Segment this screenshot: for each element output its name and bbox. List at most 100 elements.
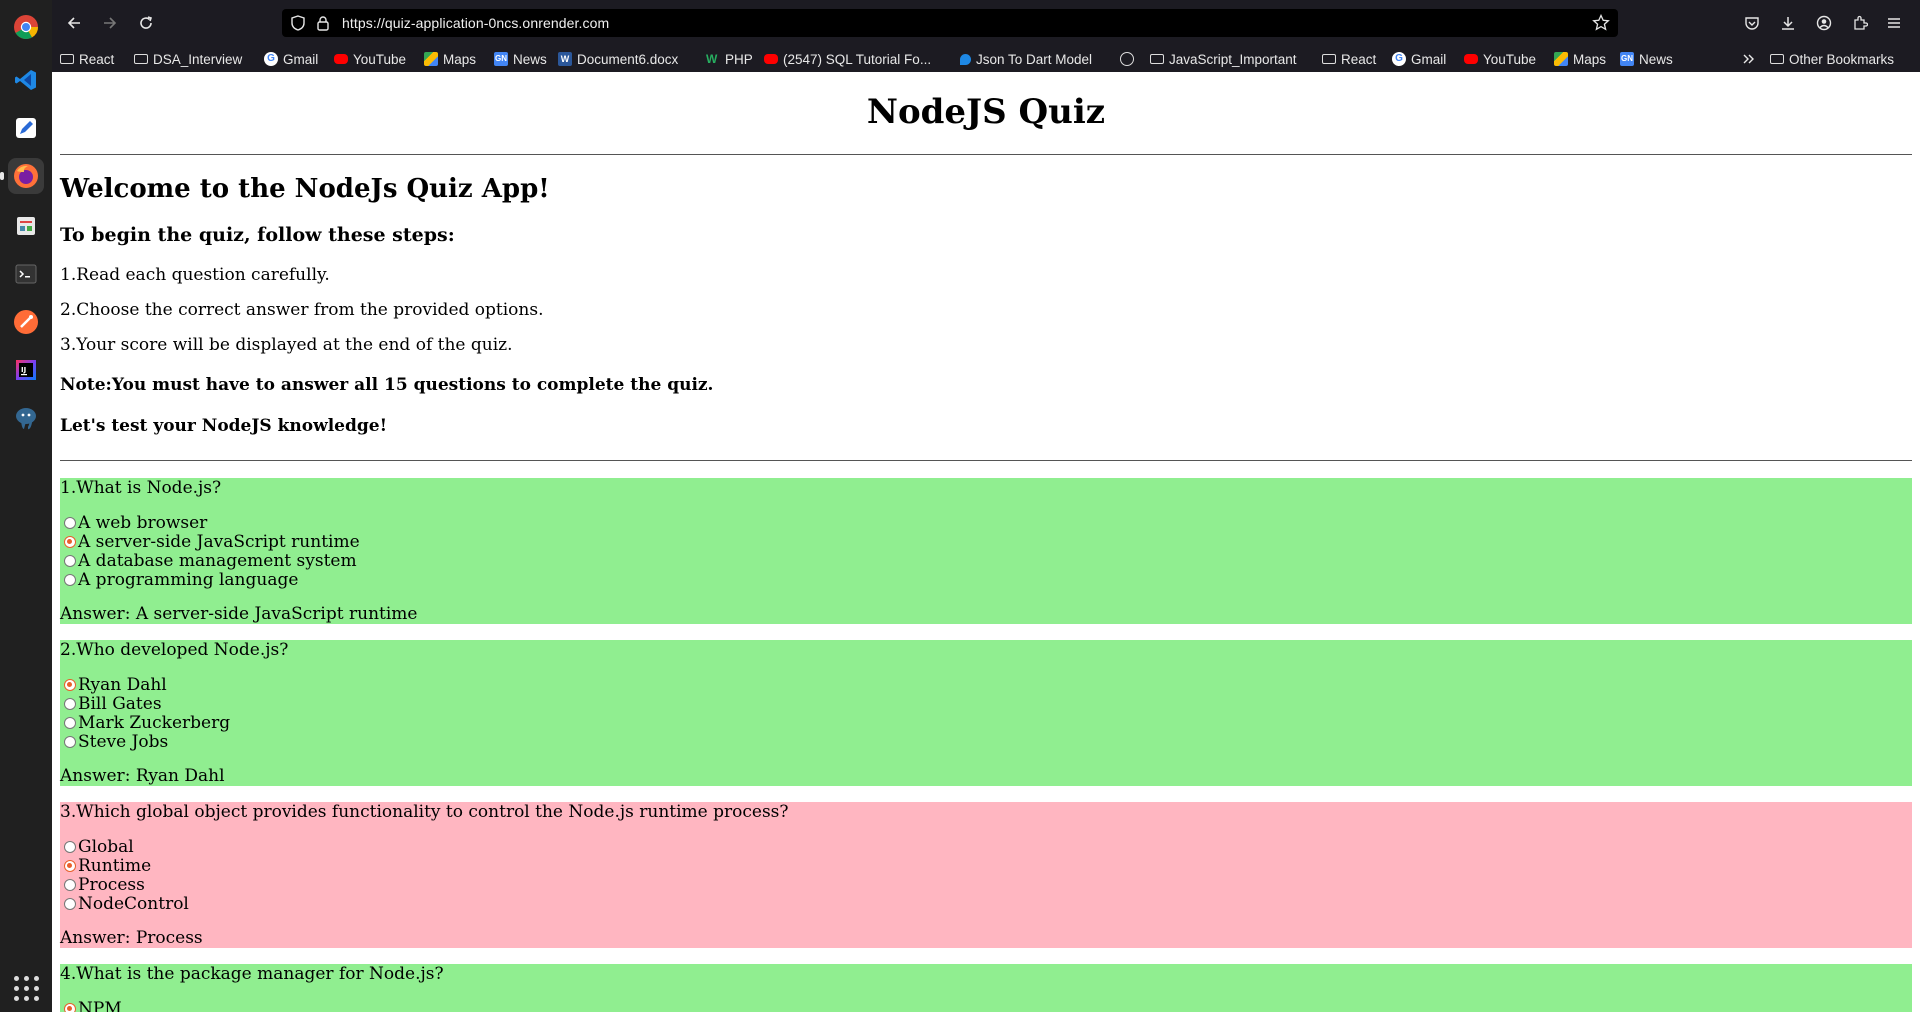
tracking-shield-icon[interactable] [290,15,306,35]
other-bookmarks-label: Other Bookmarks [1789,51,1895,67]
news-icon: GN [1620,52,1634,66]
question-1-option-1[interactable]: A web browser [64,513,207,533]
bookmark-react[interactable]: React [1322,49,1376,69]
bookmark-youtube[interactable]: YouTube [334,49,406,69]
question-2-option-2[interactable]: Bill Gates [64,694,162,714]
chrome-app-icon[interactable] [8,9,44,45]
question-3-option-2[interactable]: Runtime [64,856,151,876]
hamburger-menu-icon[interactable] [1880,9,1908,37]
bookmark-react[interactable]: React [60,49,114,69]
folder-icon [1150,54,1164,64]
divider [60,154,1912,155]
bookmark-php[interactable]: W PHP [706,49,753,69]
maps-icon [1554,52,1568,66]
terminal-app-icon[interactable] [8,256,44,292]
radio-button[interactable] [64,679,76,691]
folder-icon [60,54,74,64]
bookmark-label: React [1341,51,1377,67]
youtube-icon [764,54,778,64]
note-text: Note:You must have to answer all 15 ques… [60,375,714,395]
intellij-app-icon[interactable]: IJ [8,352,44,388]
question-text: 1.What is Node.js? [60,478,222,498]
question-2-card: 2.Who developed Node.js? Ryan Dahl Bill Ga… [60,640,1912,786]
question-1-option-3[interactable]: A database management system [64,551,357,571]
radio-button[interactable] [64,736,76,748]
bookmark-gmail[interactable]: G Gmail [264,49,318,69]
question-4-option-1[interactable]: NPM [64,999,122,1012]
question-1-option-2[interactable]: A server-side JavaScript runtime [64,532,360,552]
bookmark-label: News [1639,51,1673,67]
maps-icon [424,52,438,66]
question-3-option-4[interactable]: NodeControl [64,894,189,914]
page-title: NodeJS Quiz [866,92,1106,132]
radio-button[interactable] [64,841,76,853]
other-bookmarks-folder[interactable]: Other Bookmarks [1770,49,1894,69]
bookmark-globe[interactable] [1120,49,1134,69]
option-label: A web browser [78,513,208,533]
url-bar[interactable]: https://quiz-application-0ncs.onrender.c… [282,9,1618,37]
bookmark-news[interactable]: GN News [494,49,547,69]
radio-button[interactable] [64,1003,76,1012]
bookmark-label: Maps [443,51,477,67]
bookmark-label: YouTube [353,51,407,67]
account-icon[interactable] [1810,9,1838,37]
reload-icon[interactable] [132,9,160,37]
postman-app-icon[interactable] [8,304,44,340]
lock-icon[interactable] [316,15,330,35]
answer-text: Answer: A server-side JavaScript runtime [60,604,418,624]
screenshot-viewer-app-icon[interactable] [8,208,44,244]
text-editor-app-icon[interactable] [8,110,44,146]
question-2-option-4[interactable]: Steve Jobs [64,732,168,752]
radio-button[interactable] [64,536,76,548]
pocket-icon[interactable] [1738,9,1766,37]
option-label: A programming language [78,570,299,590]
bookmark-maps[interactable]: Maps [1554,49,1606,69]
question-2-option-1[interactable]: Ryan Dahl [64,675,167,695]
radio-button[interactable] [64,574,76,586]
vscode-app-icon[interactable] [8,62,44,98]
more-bookmarks-chevron-icon[interactable] [1742,49,1756,69]
radio-button[interactable] [64,879,76,891]
cta-text: Let's test your NodeJS knowledge! [60,416,388,436]
quiz-page: NodeJS Quiz Welcome to the NodeJs Quiz A… [52,72,1920,1012]
radio-button[interactable] [64,898,76,910]
forward-arrow-icon[interactable] [96,9,124,37]
back-arrow-icon[interactable] [60,9,88,37]
bookmark-2547-sql-tutorial-fo[interactable]: (2547) SQL Tutorial Fo... [764,49,931,69]
radio-button[interactable] [64,717,76,729]
downloads-icon[interactable] [1774,9,1802,37]
firefox-app-icon[interactable] [0,158,44,194]
bookmark-news[interactable]: GN News [1620,49,1673,69]
show-apps-grid-icon[interactable] [10,972,42,1004]
radio-button[interactable] [64,517,76,529]
question-text: 3.Which global object provides functiona… [60,802,789,822]
option-label: Ryan Dahl [78,675,167,695]
bookmark-dsa-interview[interactable]: DSA_Interview [134,49,242,69]
bookmark-javascript-important[interactable]: JavaScript_Important [1150,49,1297,69]
bookmark-document6-docx[interactable]: W Document6.docx [558,49,678,69]
url-text[interactable]: https://quiz-application-0ncs.onrender.c… [342,15,609,31]
question-3-option-3[interactable]: Process [64,875,145,895]
bookmark-youtube[interactable]: YouTube [1464,49,1536,69]
extensions-icon[interactable] [1846,9,1874,37]
option-label: Steve Jobs [78,732,169,752]
question-3-option-1[interactable]: Global [64,837,134,857]
option-label: Runtime [78,856,152,876]
folder-icon [134,54,148,64]
radio-button[interactable] [64,555,76,567]
question-2-option-3[interactable]: Mark Zuckerberg [64,713,230,733]
bookmark-maps[interactable]: Maps [424,49,476,69]
question-1-option-4[interactable]: A programming language [64,570,298,590]
radio-button[interactable] [64,698,76,710]
bookmark-label: JavaScript_Important [1169,51,1297,67]
option-label: NodeControl [78,894,189,914]
bookmark-label: React [79,51,115,67]
youtube-icon [1464,54,1478,64]
radio-button[interactable] [64,860,76,872]
option-label: NPM [78,999,122,1012]
bookmark-star-icon[interactable] [1592,13,1610,36]
bookmark-json-to-dart-model[interactable]: Json To Dart Model [960,49,1092,69]
option-label: Process [78,875,145,895]
postgresql-app-icon[interactable] [8,400,44,436]
bookmark-gmail[interactable]: G Gmail [1392,49,1446,69]
